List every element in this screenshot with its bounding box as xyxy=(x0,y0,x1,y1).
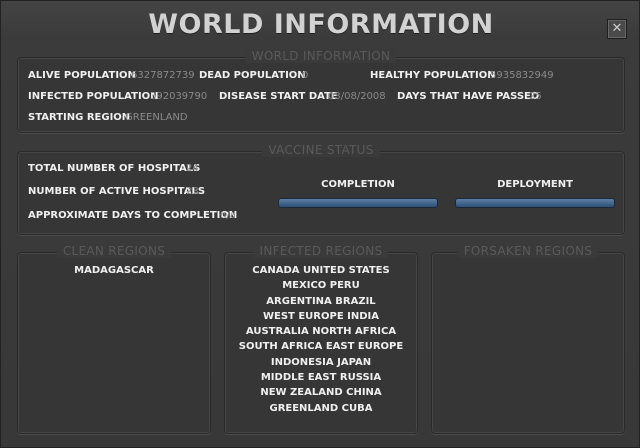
region-row: MIDDLE EAST RUSSIA xyxy=(260,372,382,384)
vaccine-status-panel: VACCINE STATUS TOTAL NUMBER OF HOSPITALS… xyxy=(17,143,625,235)
region-row: MEXICO PERU xyxy=(282,280,360,292)
region-row: NEW ZEALAND CHINA xyxy=(260,387,382,399)
infected-population-value: 392039790 xyxy=(150,91,208,102)
starting-region-label: STARTING REGION xyxy=(28,112,131,123)
region-row: INDONESIA JAPAN xyxy=(270,356,372,368)
active-hospitals-value: 23 xyxy=(186,186,199,197)
forsaken-regions-panel-title: FORSAKEN REGIONS xyxy=(457,244,599,258)
deployment-label: DEPLOYMENT xyxy=(497,179,573,190)
clean-regions-list: MADAGASCAR xyxy=(18,263,210,278)
clean-regions-panel-title: CLEAN REGIONS xyxy=(56,244,172,258)
close-icon: ✕ xyxy=(611,21,623,36)
completion-label: COMPLETION xyxy=(321,179,395,190)
forsaken-regions-panel: FORSAKEN REGIONS xyxy=(431,244,625,434)
days-passed-value: 25 xyxy=(529,91,542,102)
region-row: MADAGASCAR xyxy=(74,265,154,276)
days-to-completion-value: n/a xyxy=(220,210,236,221)
dead-population-value: 0 xyxy=(302,70,309,81)
dead-population-label: DEAD POPULATION xyxy=(199,70,306,81)
world-info-panel: WORLD INFORMATION ALIVE POPULATION 63278… xyxy=(17,49,625,133)
infected-population-label: INFECTED POPULATION xyxy=(28,91,159,102)
disease-start-date-label: DISEASE START DATE xyxy=(219,91,338,102)
healthy-population-value: 5935832949 xyxy=(490,70,554,81)
total-hospitals-value: 24 xyxy=(186,163,199,174)
infected-regions-list: CANADA UNITED STATES MEXICO PERU ARGENTINA… xyxy=(225,263,417,416)
total-hospitals-label: TOTAL NUMBER OF HOSPITALS xyxy=(28,163,201,174)
days-to-completion-label: APPROXIMATE DAYS TO COMPLETION xyxy=(28,210,238,221)
completion-progress-bar xyxy=(278,198,438,208)
starting-region-value: GREENLAND xyxy=(125,112,188,123)
days-passed-label: DAYS THAT HAVE PASSED xyxy=(397,91,540,102)
alive-population-value: 6327872739 xyxy=(131,70,195,81)
region-row: GREENLAND CUBA xyxy=(269,402,373,414)
region-row: ARGENTINA BRAZIL xyxy=(266,295,376,307)
vaccine-status-panel-title: VACCINE STATUS xyxy=(262,143,380,157)
alive-population-label: ALIVE POPULATION xyxy=(28,70,136,81)
disease-start-date-value: 03/08/2008 xyxy=(328,91,386,102)
clean-regions-panel: CLEAN REGIONS MADAGASCAR xyxy=(17,244,211,434)
window-title: WORLD INFORMATION xyxy=(148,9,494,40)
healthy-population-label: HEALTHY POPULATION xyxy=(370,70,496,81)
close-button[interactable]: ✕ xyxy=(607,19,627,39)
region-row: CANADA UNITED STATES xyxy=(252,265,390,276)
world-information-window: WORLD INFORMATION ✕ WORLD INFORMATION AL… xyxy=(0,0,640,448)
region-row: AUSTRALIA NORTH AFRICA xyxy=(245,326,397,338)
deployment-progress-bar xyxy=(455,198,615,208)
infected-regions-panel-title: INFECTED REGIONS xyxy=(253,244,389,258)
region-row: WEST EUROPE INDIA xyxy=(262,310,379,322)
world-info-panel-title: WORLD INFORMATION xyxy=(245,49,397,63)
infected-regions-panel: INFECTED REGIONS CANADA UNITED STATES MEX… xyxy=(224,244,418,434)
region-row: SOUTH AFRICA EAST EUROPE xyxy=(238,341,404,353)
active-hospitals-label: NUMBER OF ACTIVE HOSPITALS xyxy=(28,186,206,197)
